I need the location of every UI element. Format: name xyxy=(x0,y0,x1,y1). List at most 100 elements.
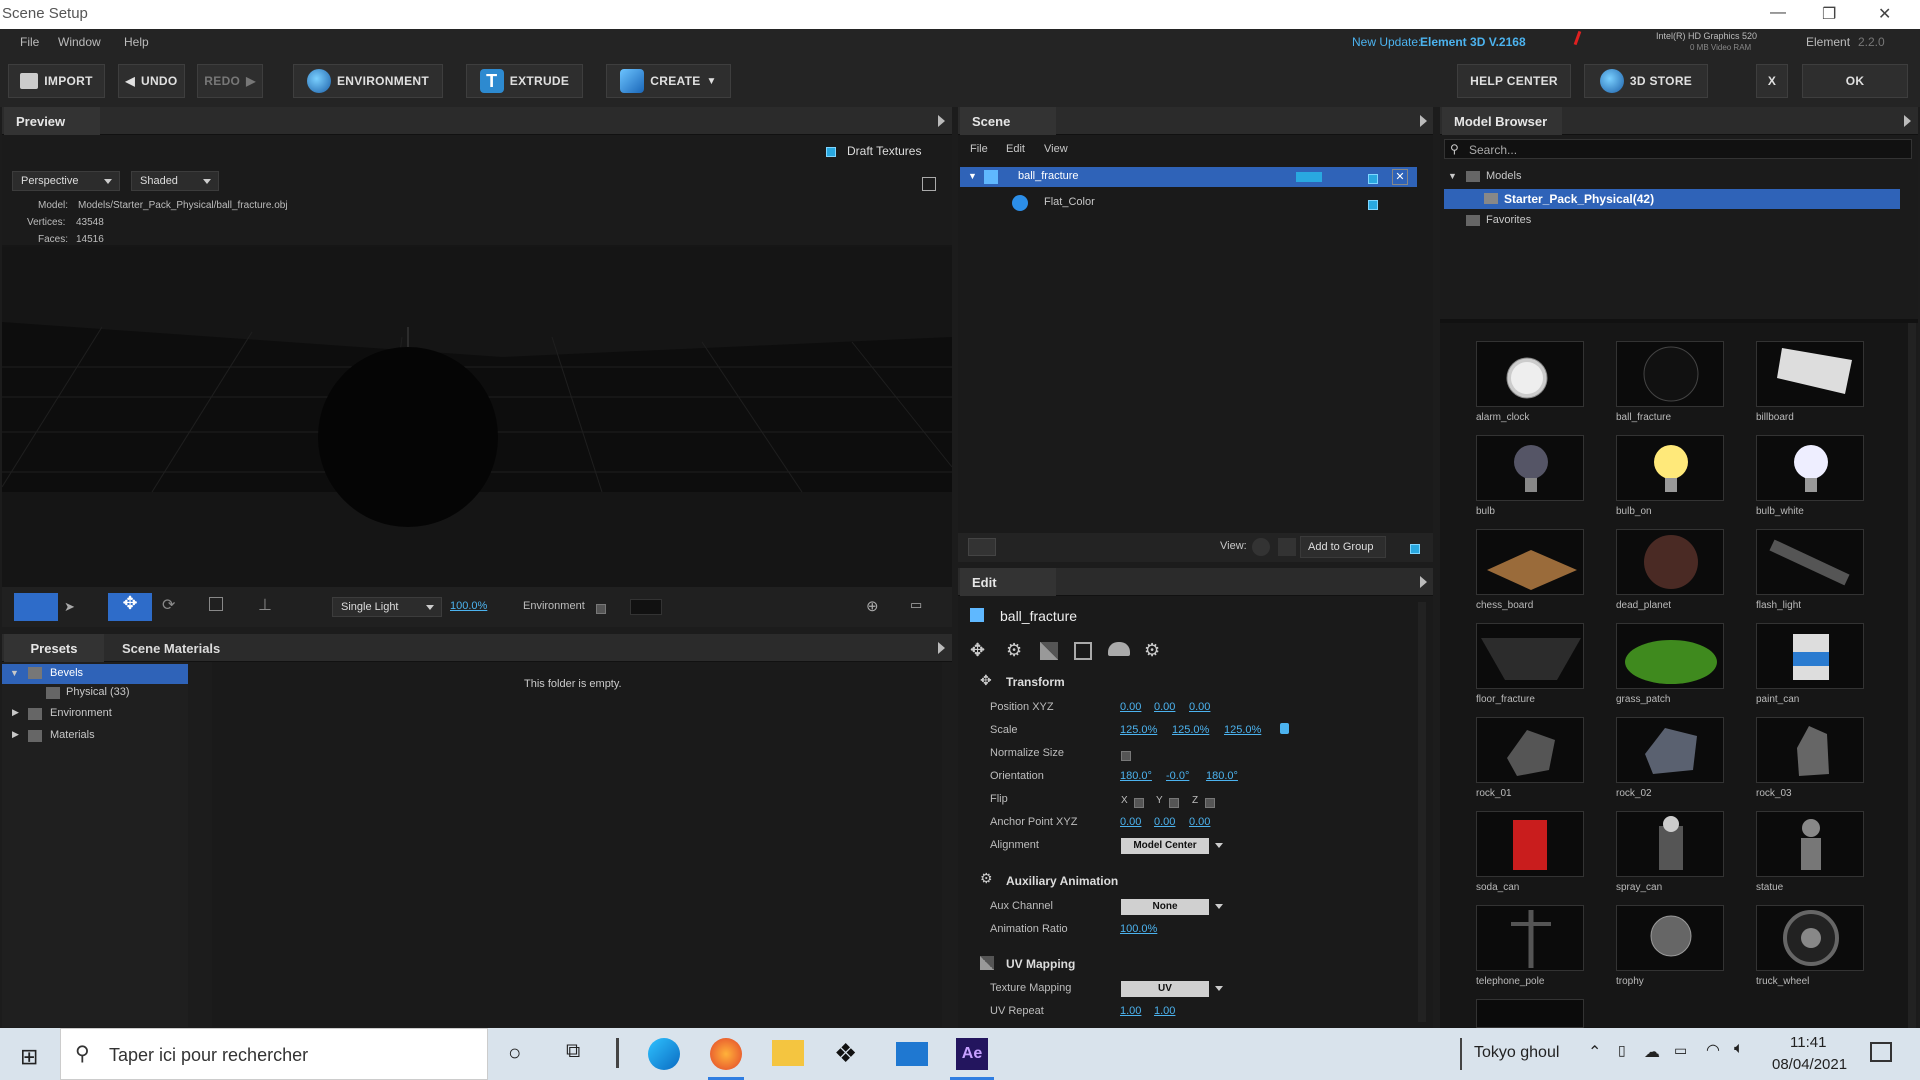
axis-tool-icon[interactable]: ⊥ xyxy=(258,595,272,615)
scale-y[interactable]: 125.0% xyxy=(1172,724,1209,736)
scene-tab[interactable]: Scene xyxy=(960,107,1056,135)
gears-icon[interactable]: ⚙ xyxy=(1006,640,1022,661)
clock-time[interactable]: 11:41 xyxy=(1790,1034,1826,1051)
scale-z[interactable]: 125.0% xyxy=(1224,724,1261,736)
menu-file[interactable]: File xyxy=(20,35,39,49)
target-icon[interactable]: ⊕ xyxy=(866,597,879,615)
update-link[interactable]: Element 3D V.2168 xyxy=(1420,35,1526,49)
tray-device-icon[interactable]: ▯ xyxy=(1618,1042,1626,1059)
scene-arrow-icon[interactable] xyxy=(1420,115,1427,127)
browser-search[interactable]: ⚲ Search... xyxy=(1444,139,1912,159)
windows-start-icon[interactable]: ⊞ xyxy=(20,1044,38,1070)
tray-chevron-icon[interactable]: ⌃ xyxy=(1588,1042,1601,1062)
undo-button[interactable]: ◀ UNDO xyxy=(118,64,185,98)
move-tool-icon[interactable]: ✥ xyxy=(108,593,152,621)
clock-date[interactable]: 08/04/2021 xyxy=(1772,1056,1847,1073)
ok-button[interactable]: OK xyxy=(1802,64,1908,98)
checker-icon[interactable] xyxy=(1040,642,1058,660)
scale-tool-icon[interactable] xyxy=(209,597,223,611)
texture-mapping-dropdown[interactable]: UV xyxy=(1121,981,1223,997)
tree-favorites[interactable]: Favorites xyxy=(1486,214,1531,226)
dropbox-icon[interactable]: ❖ xyxy=(834,1038,857,1069)
lock-icon[interactable] xyxy=(1280,723,1289,734)
anchor-z[interactable]: 0.00 xyxy=(1189,816,1210,828)
orientation-x[interactable]: 180.0° xyxy=(1120,770,1152,782)
light-icon[interactable] xyxy=(1108,642,1130,656)
monitor-icon[interactable]: ▭ xyxy=(910,597,922,613)
flip-x-checkbox[interactable] xyxy=(1134,796,1144,811)
group-checkbox[interactable] xyxy=(1410,542,1420,557)
rotate-tool-icon[interactable]: ⟳ xyxy=(162,595,175,615)
volume-icon[interactable]: 🔈︎ xyxy=(1734,1040,1744,1058)
view-dropdown[interactable]: Perspective xyxy=(12,171,120,191)
3d-store-button[interactable]: 3D STORE xyxy=(1584,64,1708,98)
browser-scrollbar[interactable] xyxy=(1908,323,1916,1028)
select-tool-icon[interactable]: ➤ xyxy=(64,599,75,615)
file-explorer-icon[interactable] xyxy=(772,1040,804,1066)
after-effects-icon[interactable]: Ae xyxy=(956,1038,988,1070)
material-name[interactable]: Flat_Color xyxy=(1044,196,1095,208)
flip-z-checkbox[interactable] xyxy=(1205,796,1215,811)
wifi-icon[interactable]: ◠ xyxy=(1706,1040,1720,1060)
view-grid-icon[interactable] xyxy=(1278,538,1296,556)
tree-item-materials[interactable]: Materials xyxy=(50,729,95,741)
extrude-button[interactable]: T EXTRUDE xyxy=(466,64,583,98)
taskbar-news[interactable]: Tokyo ghoul xyxy=(1474,1044,1559,1062)
firefox-icon[interactable] xyxy=(710,1038,742,1070)
normalize-checkbox[interactable] xyxy=(1121,749,1131,764)
light-dropdown[interactable]: Single Light xyxy=(332,597,442,617)
environment-button[interactable]: ENVIRONMENT xyxy=(293,64,443,98)
scale-x[interactable]: 125.0% xyxy=(1120,724,1157,736)
orientation-z[interactable]: 180.0° xyxy=(1206,770,1238,782)
taskbar-search[interactable]: ⚲ Taper ici pour rechercher xyxy=(60,1028,488,1080)
uv-mapping-section[interactable]: UV Mapping xyxy=(1006,957,1075,971)
anchor-y[interactable]: 0.00 xyxy=(1154,816,1175,828)
anchor-x[interactable]: 0.00 xyxy=(1120,816,1141,828)
edge-icon[interactable] xyxy=(648,1038,680,1070)
mail-icon[interactable] xyxy=(896,1042,928,1066)
preview-tab[interactable]: Preview xyxy=(4,107,100,135)
camera-tool-icon[interactable] xyxy=(14,593,58,621)
thumb-partial[interactable] xyxy=(1476,999,1584,1028)
cancel-button[interactable]: X xyxy=(1756,64,1788,98)
material-checkbox[interactable] xyxy=(1368,198,1378,213)
light-percent[interactable]: 100.0% xyxy=(450,600,487,612)
redo-button[interactable]: REDO ▶ xyxy=(197,64,263,98)
collapse-icon[interactable]: ▶ xyxy=(12,729,19,740)
notification-icon[interactable] xyxy=(1870,1042,1892,1062)
expand-icon[interactable]: ▼ xyxy=(10,668,19,678)
tree-models[interactable]: Models xyxy=(1486,170,1521,182)
expand-icon[interactable]: ▼ xyxy=(968,171,977,181)
transform-section[interactable]: Transform xyxy=(1006,675,1065,689)
battery-icon[interactable]: ▭ xyxy=(1674,1042,1687,1059)
uv-repeat-x[interactable]: 1.00 xyxy=(1120,1005,1141,1017)
shading-dropdown[interactable]: Shaded xyxy=(131,171,219,191)
scene-menu-edit[interactable]: Edit xyxy=(1006,143,1025,155)
add-to-group-button[interactable]: Add to Group xyxy=(1300,536,1386,558)
anim-ratio-value[interactable]: 100.0% xyxy=(1120,923,1157,935)
alignment-dropdown[interactable]: Model Center xyxy=(1121,838,1223,854)
move-icon[interactable]: ✥ xyxy=(970,640,985,661)
tree-item-physical[interactable]: Physical (33) xyxy=(66,686,130,698)
add-folder-icon[interactable] xyxy=(968,538,996,556)
create-button[interactable]: CREATE ▼ xyxy=(606,64,731,98)
restore-icon[interactable]: ❐ xyxy=(1822,4,1836,24)
view-sphere-icon[interactable] xyxy=(1252,538,1270,556)
import-button[interactable]: IMPORT xyxy=(8,64,105,98)
browser-arrow-icon[interactable] xyxy=(1904,115,1911,127)
group-dropdown[interactable] xyxy=(1296,172,1322,182)
environment-checkbox[interactable] xyxy=(596,602,606,617)
presets-arrow-icon[interactable] xyxy=(938,642,945,654)
close-window-icon[interactable]: ✕ xyxy=(1878,4,1891,24)
edit-scrollbar[interactable] xyxy=(1418,602,1426,1022)
position-y[interactable]: 0.00 xyxy=(1154,701,1175,713)
panel-arrow-icon[interactable] xyxy=(938,115,945,127)
visible-checkbox[interactable] xyxy=(1368,172,1378,187)
scene-menu-file[interactable]: File xyxy=(970,143,988,155)
cortana-icon[interactable]: ○ xyxy=(508,1040,521,1066)
viewport-3d[interactable] xyxy=(2,247,952,587)
edit-tab[interactable]: Edit xyxy=(960,568,1056,596)
uv-repeat-y[interactable]: 1.00 xyxy=(1154,1005,1175,1017)
menu-help[interactable]: Help xyxy=(124,35,149,49)
flip-y-checkbox[interactable] xyxy=(1169,796,1179,811)
